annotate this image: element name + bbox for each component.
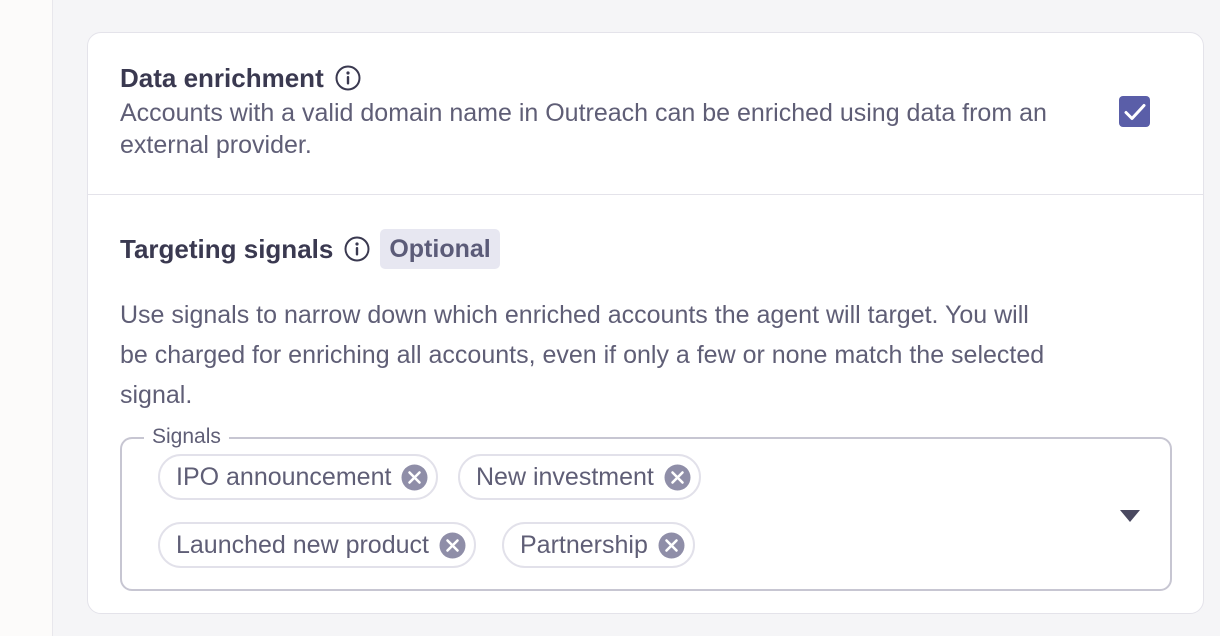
targeting-signals-description: Use signals to narrow down which enriche… [120,295,1110,415]
signal-chip-label: Partnership [520,530,648,559]
data-enrichment-title: Data enrichment [120,62,324,93]
side-panel-edge [0,0,53,636]
data-enrichment-section: Data enrichment Accounts with a valid do… [88,33,1203,195]
signal-chip: Partnership [502,522,695,568]
signal-chip: New investment [458,454,701,500]
data-enrichment-description-line: Accounts with a valid domain name in Out… [120,99,1047,127]
info-icon[interactable] [344,236,370,262]
data-enrichment-description-line: external provider. [120,131,312,159]
check-icon [1124,103,1145,120]
targeting-signals-description-line: signal. [120,381,193,409]
data-enrichment-heading: Data enrichment [120,61,361,95]
targeting-signals-title: Targeting signals [120,233,334,264]
signals-select-field[interactable]: Signals IPO announcement New investment … [120,424,1172,591]
signal-chip-label: New investment [476,462,654,491]
info-icon[interactable] [335,65,361,91]
close-circle-icon[interactable] [439,532,466,559]
data-enrichment-description: Accounts with a valid domain name in Out… [120,97,1110,161]
close-circle-icon[interactable] [401,464,428,491]
settings-card: Data enrichment Accounts with a valid do… [87,32,1204,614]
signal-chip-label: IPO announcement [176,462,392,491]
targeting-signals-description-line: Use signals to narrow down which enriche… [120,301,1029,329]
targeting-signals-heading: Targeting signals Optional [120,229,500,269]
targeting-signals-description-line: be charged for enriching all accounts, e… [120,341,1045,369]
optional-badge: Optional [380,229,500,269]
data-enrichment-checkbox[interactable] [1119,96,1150,127]
signals-field-label: Signals [144,424,229,450]
close-circle-icon[interactable] [664,464,691,491]
close-circle-icon[interactable] [658,532,685,559]
signal-chip: IPO announcement [158,454,439,500]
caret-down-icon[interactable] [1119,509,1141,523]
signal-chip: Launched new product [158,522,476,568]
signal-chip-label: Launched new product [176,530,429,559]
